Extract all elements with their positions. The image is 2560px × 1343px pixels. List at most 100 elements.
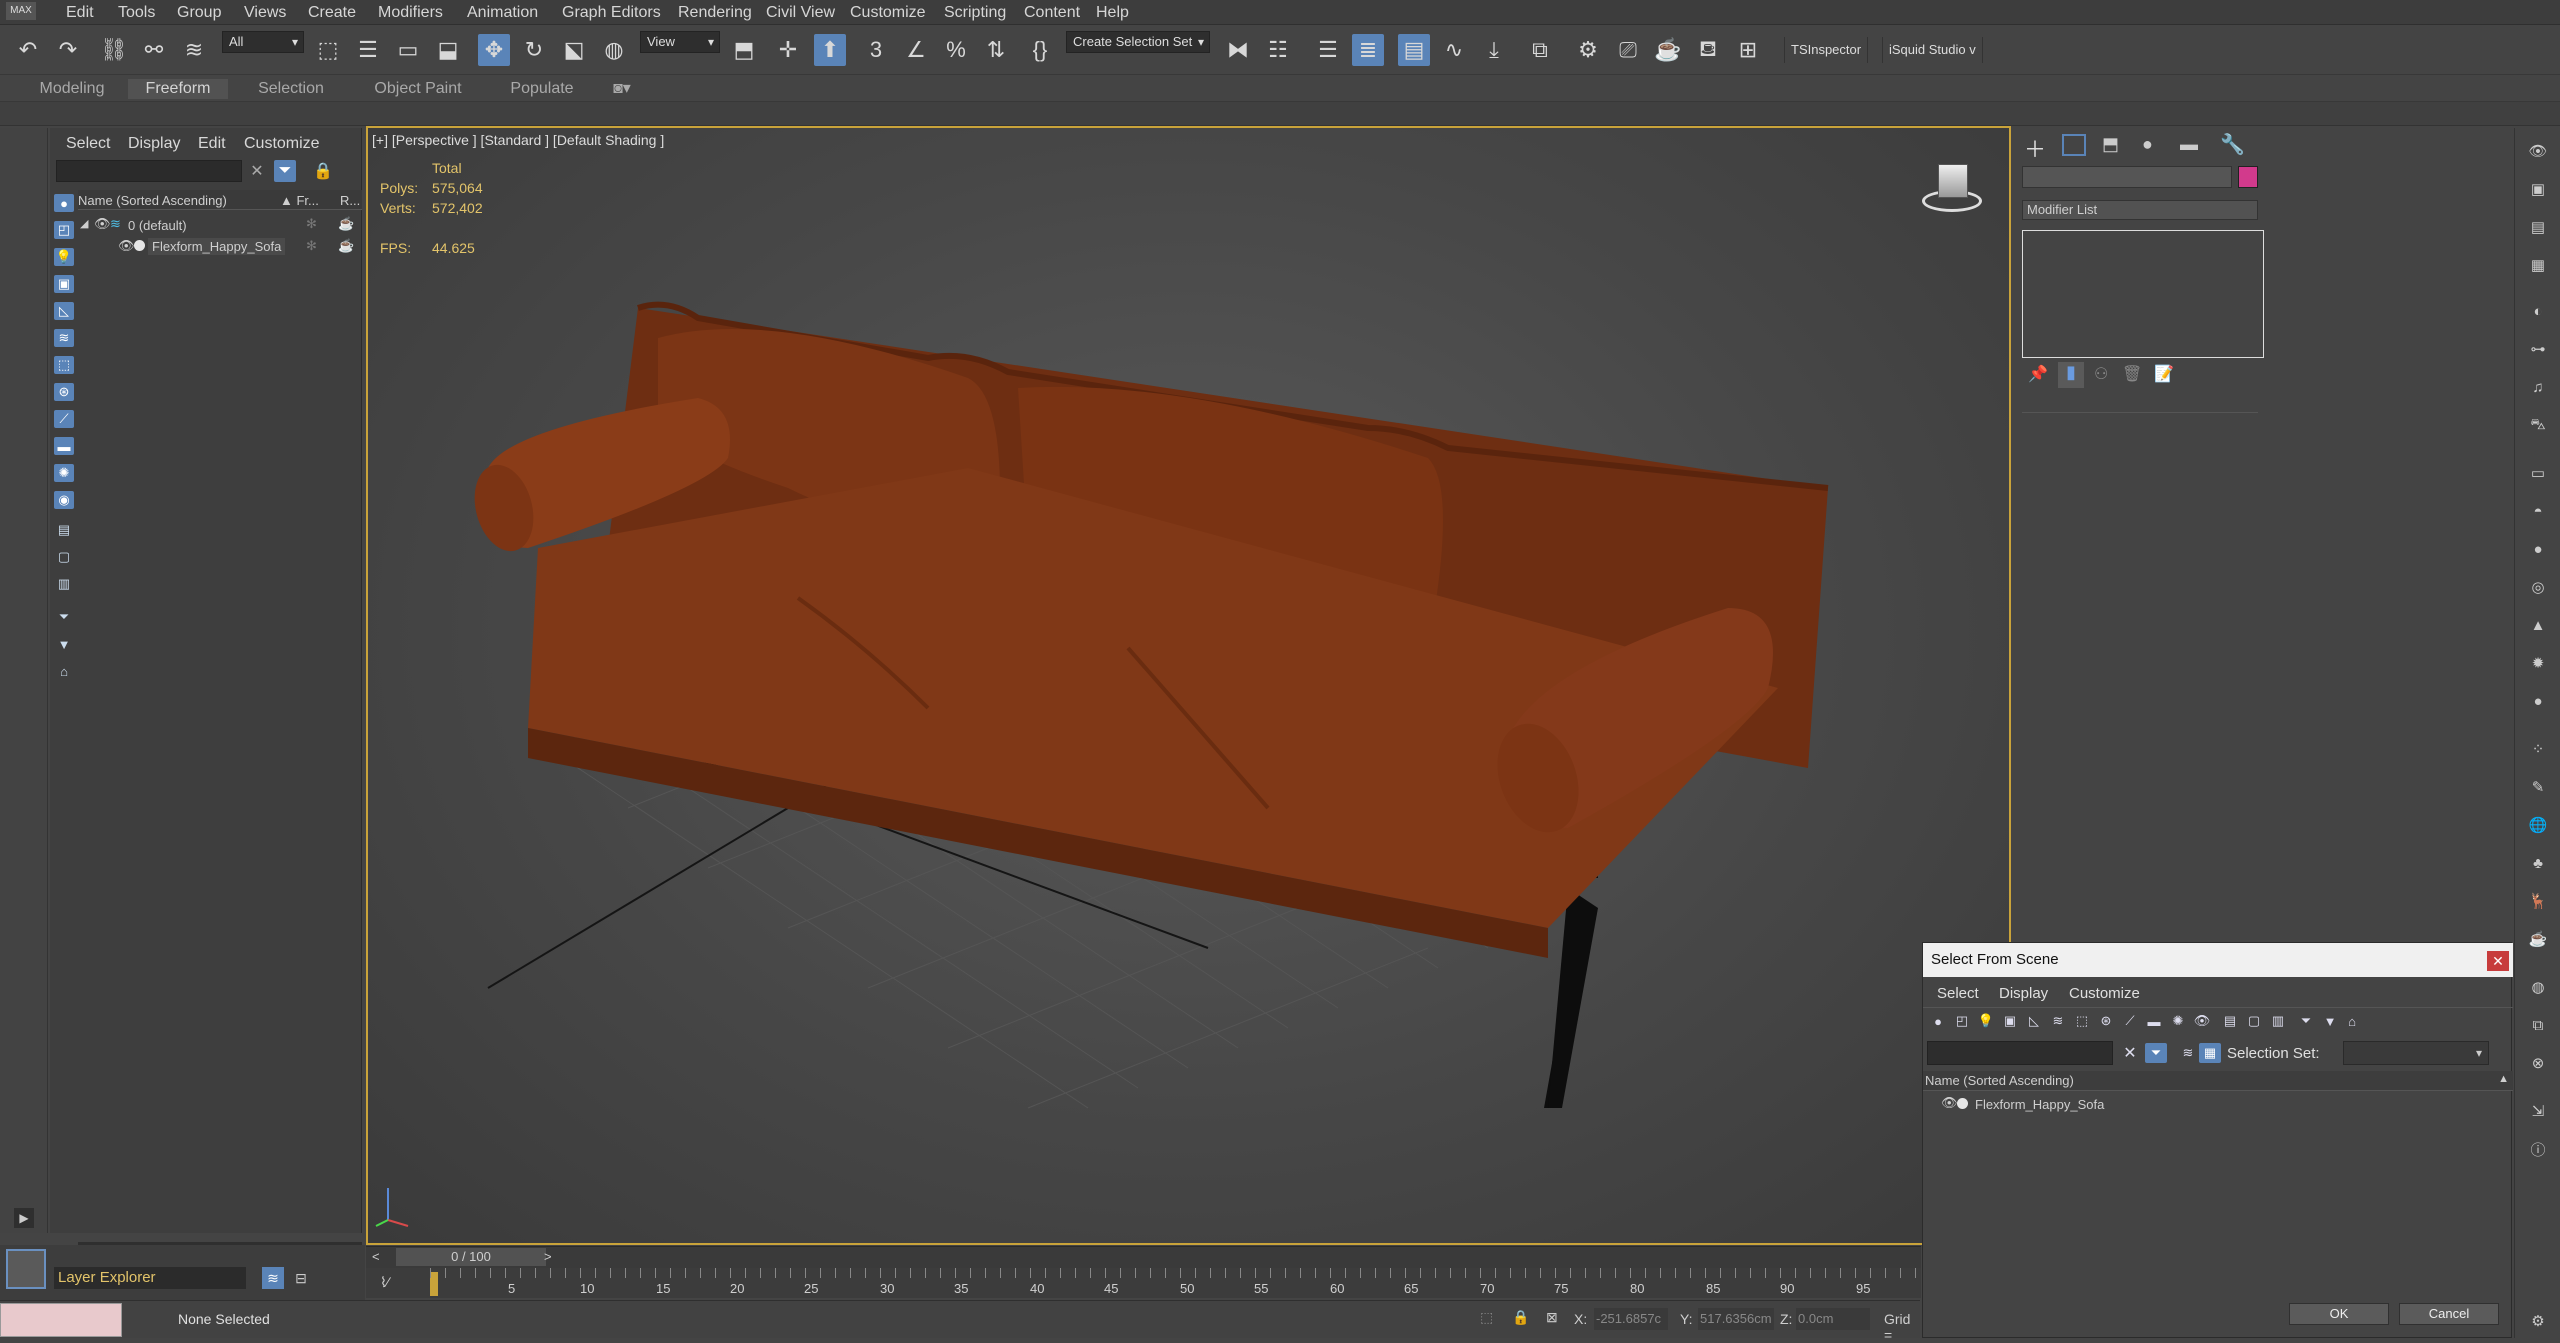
filter-geometry-icon[interactable]: ●: [1927, 1011, 1949, 1031]
render-frame-icon[interactable]: ▣: [2527, 178, 2549, 200]
time-slider[interactable]: < 0 / 100 >: [366, 1246, 1921, 1268]
render-teapot-icon[interactable]: ☕: [338, 238, 354, 254]
filter-options-icon[interactable]: ⏷: [2295, 1011, 2317, 1031]
render-setup-icon[interactable]: ⎚: [1612, 34, 1644, 66]
align-icon[interactable]: ☷: [1262, 34, 1294, 66]
freeze-icon[interactable]: ✻: [306, 238, 317, 254]
dialog-menu-display[interactable]: Display: [1999, 985, 2048, 1002]
tab-modeling[interactable]: Modeling: [30, 79, 114, 99]
selection-filter-dropdown[interactable]: All: [222, 31, 304, 53]
menu-scripting[interactable]: Scripting: [944, 4, 1006, 22]
perspective-viewport[interactable]: [+] [Perspective ] [Standard ] [Default …: [366, 126, 2011, 1245]
display-particles-icon[interactable]: ✺: [54, 464, 74, 482]
eye-icon[interactable]: 👁: [2527, 140, 2549, 162]
display-bones-icon[interactable]: ⟋: [54, 410, 74, 428]
selection-lock-icon[interactable]: 🔒: [1512, 1309, 1529, 1326]
filter-containers-icon[interactable]: ▬: [2143, 1011, 2165, 1031]
display-tab-icon[interactable]: ▬: [2180, 134, 2198, 155]
visibility-eye-icon[interactable]: 👁: [94, 216, 111, 232]
cancel-button[interactable]: Cancel: [2399, 1303, 2499, 1325]
timeline-track[interactable]: ⌇∕ 5 10 15 20 25 30 35 40 45 50 55 60 65…: [366, 1268, 1921, 1298]
menu-rendering[interactable]: Rendering: [678, 4, 752, 22]
isquid-studio-button[interactable]: iSquid Studio v: [1882, 37, 1983, 63]
menu-content[interactable]: Content: [1024, 4, 1080, 22]
column-name-header[interactable]: Name (Sorted Ascending): [1925, 1073, 2074, 1088]
keyboard-shortcut-override-icon[interactable]: ⬆: [814, 34, 846, 66]
filter-particles-icon[interactable]: ✺: [2167, 1011, 2189, 1031]
menu-edit[interactable]: Edit: [66, 4, 94, 22]
light-icon[interactable]: ◐: [2527, 300, 2549, 322]
menu-group[interactable]: Group: [177, 4, 221, 22]
filter-helpers-icon[interactable]: ◺: [2023, 1011, 2045, 1031]
pivot-center-icon[interactable]: ⬒: [728, 34, 760, 66]
column-frozen-header[interactable]: ▲ Fr...: [280, 193, 319, 208]
hierarchy-tab-icon[interactable]: ⬒: [2102, 134, 2119, 155]
box-icon[interactable]: ▭: [2527, 462, 2549, 484]
explorer-search-input[interactable]: [56, 160, 242, 182]
layer-toggle-icon[interactable]: ≋: [262, 1267, 284, 1289]
find-icon[interactable]: ⌂: [54, 662, 74, 680]
display-layers-icon[interactable]: ≋: [2177, 1043, 2199, 1063]
percent-snap-icon[interactable]: %: [940, 34, 972, 66]
select-rotate-icon[interactable]: ↻: [518, 34, 550, 66]
ribbon-options-icon[interactable]: ◙▾: [608, 79, 636, 99]
angle-snap-icon[interactable]: ∠: [900, 34, 932, 66]
corner-icon[interactable]: ⚙: [2527, 1310, 2549, 1332]
find-icon[interactable]: ⌂: [2341, 1011, 2363, 1031]
visibility-eye-icon[interactable]: 👁: [1941, 1095, 1958, 1111]
column-name-header[interactable]: Name (Sorted Ascending): [78, 193, 227, 208]
render-production-icon[interactable]: ⛾: [1692, 34, 1724, 66]
menu-animation[interactable]: Animation: [467, 4, 538, 22]
display-shapes-icon[interactable]: ◰: [54, 221, 74, 239]
modifier-stack[interactable]: [2022, 230, 2264, 358]
display-groups-icon[interactable]: ⬚: [54, 356, 74, 374]
dialog-menu-customize[interactable]: Customize: [2069, 985, 2140, 1002]
particles-icon[interactable]: ⁘: [2527, 738, 2549, 760]
layer-row-default[interactable]: ◢ 👁 ≋ 0 (default) ✻ ☕: [78, 215, 362, 237]
material-editor-icon[interactable]: ⚙: [1572, 34, 1604, 66]
display-all-icon[interactable]: ▤: [54, 521, 74, 539]
remove-modifier-icon[interactable]: 🗑: [2122, 364, 2142, 384]
clear-search-icon[interactable]: ✕: [246, 160, 268, 182]
export-icon[interactable]: ⇲: [2527, 1100, 2549, 1122]
y-coordinate-field[interactable]: 517.6356cm: [1698, 1308, 1774, 1330]
filter-invert-icon[interactable]: ▥: [2267, 1011, 2289, 1031]
layers-icon[interactable]: ⧉: [2527, 1014, 2549, 1036]
object-name-field[interactable]: [2022, 166, 2232, 188]
modifier-list-dropdown[interactable]: Modifier List: [2022, 200, 2258, 220]
display-frozen-icon[interactable]: ◉: [54, 491, 74, 509]
app-logo[interactable]: MAX: [6, 2, 36, 20]
select-by-name-icon[interactable]: ☰: [352, 34, 384, 66]
menu-create[interactable]: Create: [308, 4, 356, 22]
utilities-tab-icon[interactable]: 🔧: [2220, 132, 2245, 157]
object-color-swatch[interactable]: [2238, 166, 2258, 188]
tsinspector-button[interactable]: TSInspector: [1784, 37, 1869, 63]
show-end-result-icon[interactable]: ▮: [2058, 362, 2084, 388]
torus-icon[interactable]: ◎: [2527, 576, 2549, 598]
display-cameras-icon[interactable]: ▣: [54, 275, 74, 293]
display-xrefs-icon[interactable]: ⊛: [54, 383, 74, 401]
ball-icon[interactable]: ●: [2527, 690, 2549, 712]
filter-none-icon[interactable]: ▢: [2243, 1011, 2265, 1031]
spinner-snap-icon[interactable]: ⇅: [980, 34, 1012, 66]
deer-icon[interactable]: 🦌: [2527, 890, 2549, 912]
share-icon[interactable]: ⊗: [2527, 1052, 2549, 1074]
collapse-arrow-icon[interactable]: ◢: [80, 217, 88, 230]
mini-curve-editor-icon[interactable]: ⌇∕: [380, 1274, 389, 1291]
audio-icon[interactable]: ♫: [2527, 376, 2549, 398]
layer-explorer-icon[interactable]: ≣: [1352, 34, 1384, 66]
rendered-frame-window-icon[interactable]: ☕: [1652, 34, 1684, 66]
z-coordinate-field[interactable]: 0.0cm: [1796, 1308, 1870, 1330]
menu-tools[interactable]: Tools: [118, 4, 155, 22]
isolate-selection-icon[interactable]: ⬚: [1480, 1309, 1493, 1326]
tab-populate[interactable]: Populate: [496, 79, 588, 99]
window-crossing-icon[interactable]: ⬓: [432, 34, 464, 66]
globe-2-icon[interactable]: ◍: [2527, 976, 2549, 998]
modify-tab-icon[interactable]: [2062, 134, 2086, 156]
table-icon[interactable]: ▦: [2527, 254, 2549, 276]
mug-icon[interactable]: ☕: [2527, 928, 2549, 950]
explorer-selector-dropdown[interactable]: Layer Explorer: [54, 1267, 246, 1289]
maxscript-listener[interactable]: [0, 1303, 122, 1337]
curve-editor-icon[interactable]: ∿: [1438, 34, 1470, 66]
configure-modifier-sets-icon[interactable]: 📝: [2154, 364, 2174, 384]
